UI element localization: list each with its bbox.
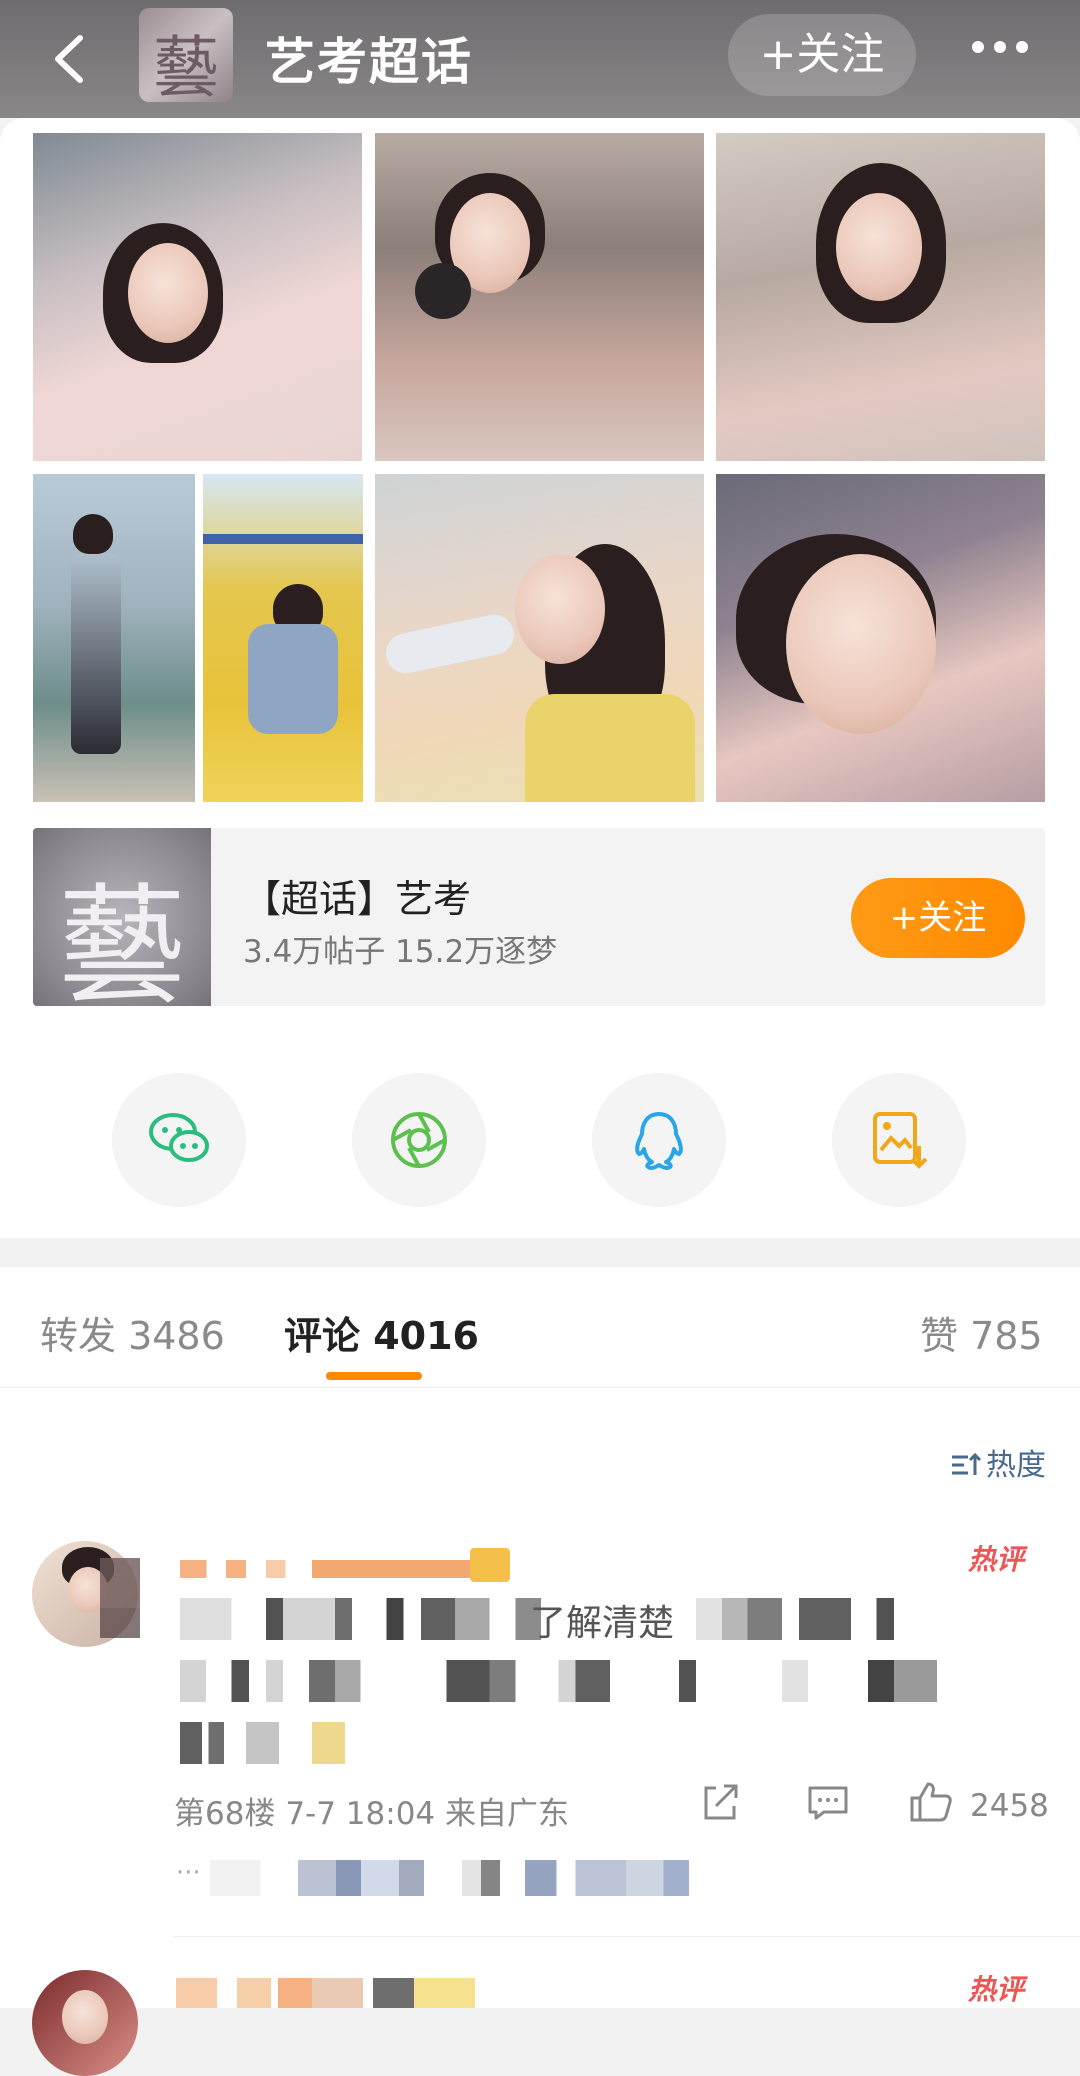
photo-3[interactable] bbox=[716, 133, 1045, 461]
comment-text-blurred-line-3 bbox=[180, 1722, 400, 1764]
like-count: 2458 bbox=[970, 1788, 1049, 1824]
comments-list: 热度 热评 了解清楚 第68楼 7-7 18:04 来自广东 2458 ··· … bbox=[0, 1388, 1080, 2076]
reply-preview[interactable]: ··· bbox=[176, 1858, 201, 1888]
supertopic-stats: 3.4万帖子 15.2万逐梦 bbox=[243, 934, 558, 970]
sort-icon bbox=[952, 1452, 982, 1475]
hot-comment-badge: 热评 bbox=[968, 1543, 1025, 1576]
photo-2[interactable] bbox=[375, 133, 704, 461]
reply-preview-blurred bbox=[210, 1860, 840, 1896]
topic-avatar-small[interactable]: 藝 bbox=[139, 8, 233, 102]
comment-floor: 第68楼 bbox=[174, 1796, 276, 1832]
tab-comments[interactable]: 评论 4016 bbox=[284, 1305, 479, 1360]
photo-4[interactable] bbox=[33, 474, 195, 802]
supertopic-card[interactable]: 藝 【超话】艺考 3.4万帖子 15.2万逐梦 +关注 bbox=[33, 828, 1045, 1006]
more-icon[interactable] bbox=[972, 38, 1042, 68]
save-image-button[interactable] bbox=[832, 1073, 966, 1207]
pixelated-mosaic bbox=[100, 1608, 140, 1638]
top-bar: 藝 艺考超话 +关注 bbox=[0, 0, 1080, 118]
divider bbox=[174, 1936, 1080, 1937]
supertopic-avatar: 藝 bbox=[33, 828, 211, 1006]
username-blurred[interactable] bbox=[176, 1978, 516, 2008]
comment-meta: 第68楼 7-7 18:04 来自广东 bbox=[174, 1788, 569, 1833]
user-badge bbox=[470, 1548, 510, 1582]
page-title: 艺考超话 bbox=[265, 33, 473, 91]
reply-icon[interactable] bbox=[804, 1778, 852, 1826]
tab-likes[interactable]: 赞 785 bbox=[920, 1305, 1043, 1360]
like-icon[interactable] bbox=[906, 1778, 954, 1826]
comment-time: 7-7 18:04 bbox=[285, 1796, 436, 1832]
supertopic-name: 【超话】艺考 bbox=[243, 877, 472, 921]
back-icon[interactable] bbox=[36, 24, 106, 94]
share-qq-button[interactable] bbox=[592, 1073, 726, 1207]
hot-comment-badge: 热评 bbox=[968, 1973, 1025, 2006]
active-tab-indicator bbox=[326, 1372, 422, 1380]
comment-text-fragment: 了解清楚 bbox=[530, 1603, 675, 1644]
moments-icon bbox=[391, 1112, 447, 1168]
post-card: 藝 【超话】艺考 3.4万帖子 15.2万逐梦 +关注 bbox=[0, 118, 1080, 1238]
interaction-tabs: 转发 3486 评论 4016 赞 785 bbox=[0, 1267, 1080, 1388]
comment-text-blurred-line-2 bbox=[180, 1660, 1040, 1702]
pixelated-mosaic bbox=[100, 1558, 140, 1608]
follow-button[interactable]: +关注 bbox=[851, 878, 1025, 958]
share-icon[interactable] bbox=[696, 1778, 744, 1826]
avatar[interactable] bbox=[32, 1970, 138, 2076]
comment-location: 来自广东 bbox=[445, 1796, 569, 1832]
share-moments-button[interactable] bbox=[352, 1073, 486, 1207]
photo-1[interactable] bbox=[33, 133, 362, 461]
share-wechat-button[interactable] bbox=[112, 1073, 246, 1207]
follow-button-top[interactable]: +关注 bbox=[728, 14, 916, 96]
wechat-icon bbox=[149, 1113, 209, 1162]
save-image-icon bbox=[873, 1112, 928, 1169]
photo-6[interactable] bbox=[375, 474, 704, 802]
photo-7[interactable] bbox=[716, 474, 1045, 802]
username-blurred[interactable] bbox=[180, 1560, 510, 1578]
tab-repost[interactable]: 转发 3486 bbox=[40, 1305, 225, 1360]
photo-5[interactable] bbox=[203, 474, 363, 802]
qq-icon bbox=[635, 1112, 683, 1170]
sort-label: 热度 bbox=[986, 1448, 1046, 1483]
sort-button[interactable]: 热度 bbox=[950, 1440, 1046, 1484]
